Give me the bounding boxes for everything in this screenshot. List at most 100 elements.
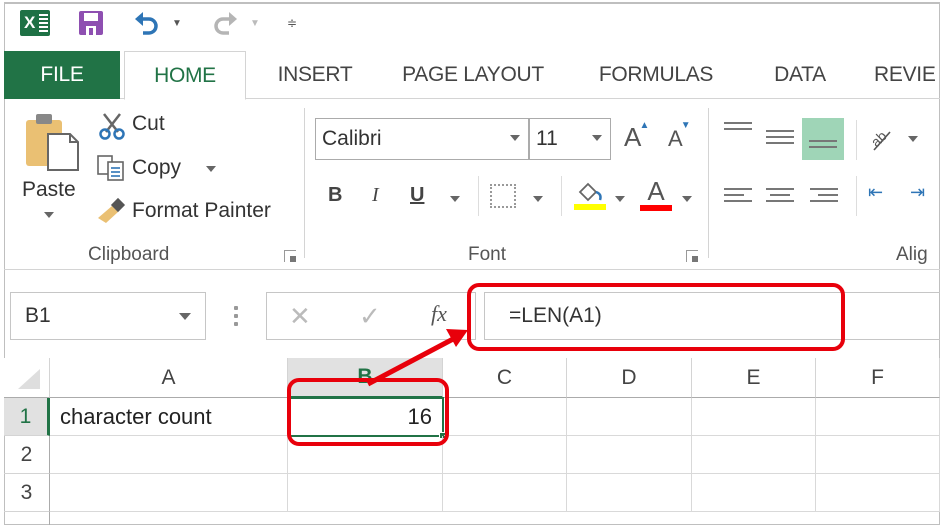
orientation-button[interactable]: ab	[866, 122, 896, 152]
format-painter-button[interactable]: Format Painter	[132, 199, 271, 223]
borders-icon[interactable]	[490, 184, 516, 208]
undo-icon[interactable]	[132, 8, 162, 38]
group-separator	[304, 108, 305, 258]
format-painter-icon	[96, 196, 128, 224]
undo-dropdown-icon[interactable]: ▼	[170, 8, 184, 38]
paste-dropdown-icon[interactable]	[44, 212, 54, 218]
increase-indent-icon[interactable]: ⇥	[910, 182, 925, 203]
tab-data[interactable]: DATA	[760, 51, 840, 99]
tab-file[interactable]: FILE	[4, 51, 120, 99]
cell-e2[interactable]	[692, 436, 816, 474]
tab-page-layout[interactable]: PAGE LAYOUT	[390, 51, 556, 99]
borders-dropdown-icon[interactable]	[533, 196, 543, 202]
cell-b1[interactable]: 16	[288, 397, 444, 437]
font-color-icon: A	[647, 176, 665, 206]
formula-input[interactable]: =LEN(A1)	[484, 292, 940, 340]
column-header-d[interactable]: D	[567, 358, 692, 398]
customize-qat-icon[interactable]: ≑	[284, 8, 300, 38]
underline-button[interactable]: U	[410, 184, 424, 207]
name-box[interactable]: B1	[10, 292, 206, 340]
middle-align-button[interactable]	[766, 130, 794, 148]
tab-insert[interactable]: INSERT	[260, 51, 370, 99]
row-header-4[interactable]	[4, 512, 50, 525]
orientation-dropdown-icon[interactable]	[908, 136, 918, 142]
separator	[856, 176, 857, 216]
svg-text:ab: ab	[867, 128, 889, 150]
alignment-group-label: Alig	[896, 244, 928, 265]
paste-button[interactable]: Paste	[22, 112, 84, 222]
scissors-icon	[98, 112, 126, 140]
name-box-value: B1	[25, 304, 51, 327]
ribbon: Paste Cut Copy Format Painter Clipboard …	[4, 100, 940, 270]
separator	[478, 176, 479, 216]
cancel-icon[interactable]: ✕	[289, 301, 311, 332]
top-align-button[interactable]	[724, 122, 752, 134]
cell-a3[interactable]	[50, 474, 288, 512]
fill-color-button[interactable]	[574, 180, 606, 210]
cell-c2[interactable]	[443, 436, 567, 474]
cell-b2[interactable]	[288, 436, 443, 474]
separator	[561, 176, 562, 216]
decrease-font-size-button[interactable]: A ▼	[668, 120, 691, 152]
tab-formulas[interactable]: FORMULAS	[586, 51, 726, 99]
cell-c1[interactable]	[444, 398, 567, 436]
chevron-down-icon	[592, 135, 602, 141]
tab-home[interactable]: HOME	[124, 51, 246, 100]
row-header-1[interactable]: 1	[4, 398, 50, 436]
cell-a1[interactable]: character count	[50, 398, 288, 436]
copy-button[interactable]: Copy	[132, 156, 181, 180]
cell-d1[interactable]	[567, 398, 692, 436]
insert-function-icon[interactable]: fx	[431, 301, 447, 327]
column-header-a[interactable]: A	[50, 358, 288, 398]
cell-f1[interactable]	[816, 398, 940, 436]
paint-bucket-icon	[578, 182, 602, 202]
spreadsheet-grid: A B C D E F 1 2 3 character count 16	[4, 358, 940, 525]
orientation-icon: ab	[867, 128, 891, 151]
align-center-button[interactable]	[766, 188, 794, 206]
font-size-select[interactable]: 11	[529, 118, 611, 160]
column-header-b[interactable]: B	[288, 358, 443, 398]
clipboard-dialog-launcher-icon[interactable]	[284, 250, 296, 262]
row-header-3[interactable]: 3	[4, 474, 50, 512]
cell-c3[interactable]	[443, 474, 567, 512]
copy-dropdown-icon[interactable]	[206, 166, 216, 172]
increase-font-size-button[interactable]: A ▲	[624, 120, 649, 153]
cell-f2[interactable]	[816, 436, 940, 474]
cell-b3[interactable]	[288, 474, 443, 512]
decrease-indent-icon[interactable]: ⇤	[868, 182, 883, 203]
cell-d3[interactable]	[567, 474, 692, 512]
cell-e3[interactable]	[692, 474, 816, 512]
row-header-2[interactable]: 2	[4, 436, 50, 474]
redo-dropdown-icon[interactable]: ▼	[248, 8, 262, 38]
redo-icon[interactable]	[210, 8, 240, 38]
column-header-c[interactable]: C	[443, 358, 567, 398]
column-header-e[interactable]: E	[692, 358, 816, 398]
font-dialog-launcher-icon[interactable]	[686, 250, 698, 262]
italic-button[interactable]: I	[372, 184, 379, 207]
bottom-align-icon	[809, 140, 837, 152]
cell-f3[interactable]	[816, 474, 940, 512]
font-color-button[interactable]: A	[640, 178, 672, 212]
bold-button[interactable]: B	[328, 184, 342, 207]
cell-e1[interactable]	[692, 398, 816, 436]
font-name-select[interactable]: Calibri	[315, 118, 529, 160]
bottom-align-button[interactable]	[802, 118, 844, 160]
column-header-f[interactable]: F	[816, 358, 940, 398]
font-color-dropdown-icon[interactable]	[682, 196, 692, 202]
underline-dropdown-icon[interactable]	[450, 196, 460, 202]
cut-button[interactable]: Cut	[132, 112, 165, 136]
enter-check-icon[interactable]: ✓	[359, 301, 381, 332]
select-all-corner[interactable]	[4, 358, 50, 398]
formula-bar-grip-icon[interactable]	[234, 306, 238, 330]
cell-d2[interactable]	[567, 436, 692, 474]
font-size-value: 11	[536, 127, 558, 150]
align-right-button[interactable]	[810, 188, 838, 206]
align-left-button[interactable]	[724, 188, 752, 206]
save-icon[interactable]	[76, 8, 106, 38]
cell-a2[interactable]	[50, 436, 288, 474]
fill-color-dropdown-icon[interactable]	[615, 196, 625, 202]
excel-logo-icon: X	[18, 8, 52, 38]
separator	[856, 120, 857, 160]
tab-review[interactable]: REVIE	[874, 51, 944, 99]
font-group-label: Font	[468, 244, 507, 265]
